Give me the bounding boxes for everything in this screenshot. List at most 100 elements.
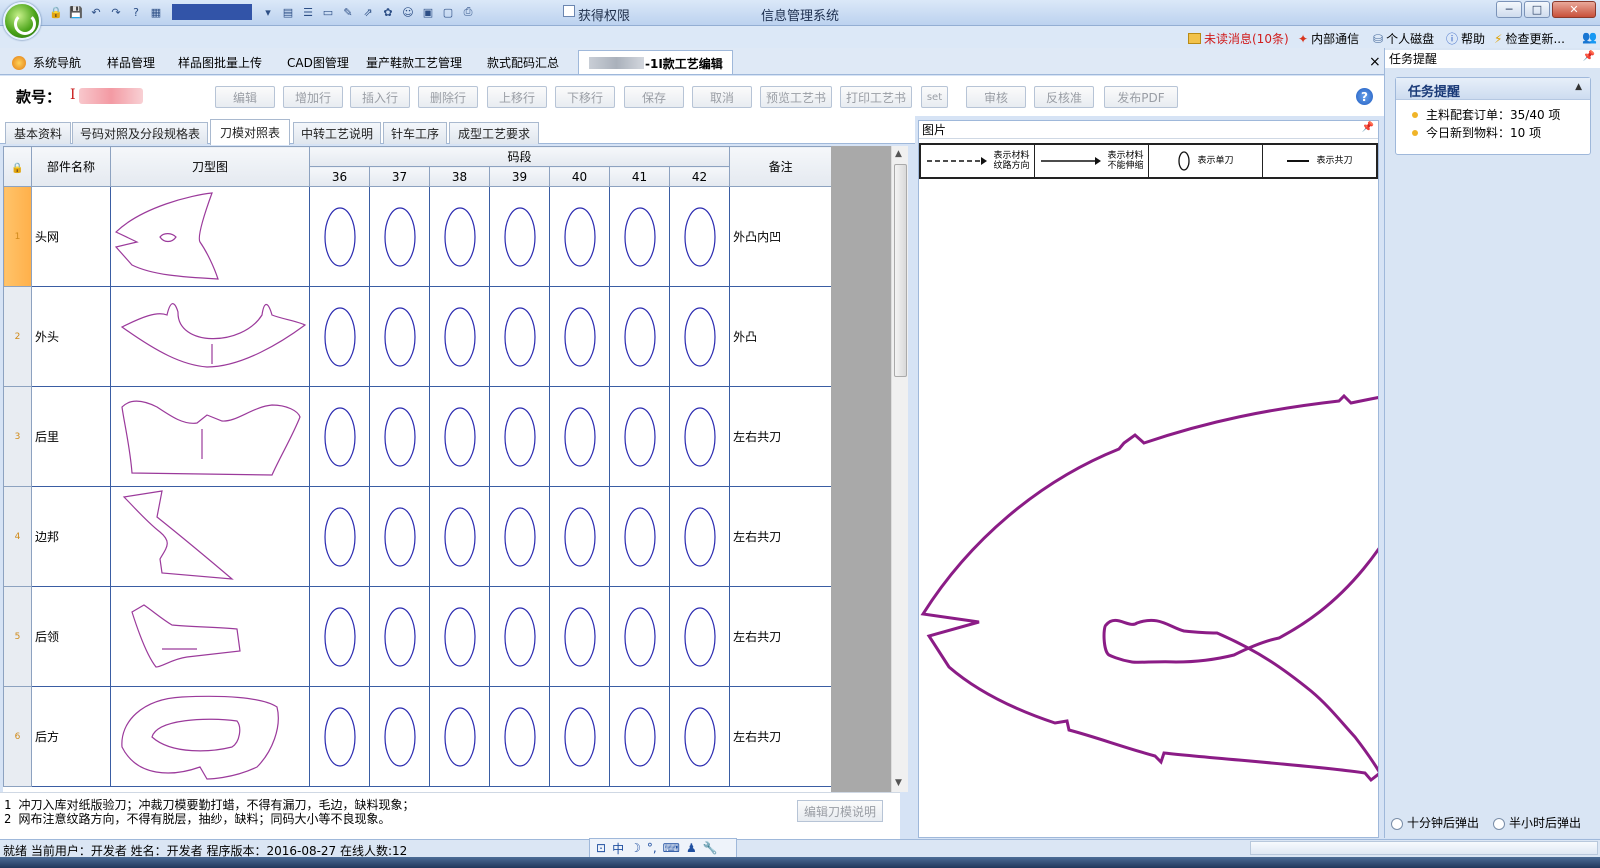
- size-cell-39[interactable]: [489, 286, 550, 387]
- collapse-icon[interactable]: ▲: [1575, 82, 1582, 92]
- tab-size-summary[interactable]: 款式配码汇总: [487, 54, 559, 71]
- size-cell-40[interactable]: [549, 386, 610, 487]
- user-icon[interactable]: ♟: [686, 841, 697, 855]
- unread-messages-link[interactable]: 未读消息(10条): [1188, 30, 1289, 47]
- header-size-41[interactable]: 41: [609, 166, 670, 187]
- tab-sample-management[interactable]: 样品管理: [107, 54, 155, 71]
- remark-cell[interactable]: 左右共刀: [729, 486, 831, 587]
- people-icon[interactable]: 👥: [1582, 30, 1597, 44]
- approve-button[interactable]: 审核: [966, 86, 1026, 108]
- help-link[interactable]: ⓘ 帮助: [1446, 30, 1485, 47]
- size-cell-39[interactable]: [489, 586, 550, 687]
- delete-row-button[interactable]: 删除行: [418, 86, 478, 108]
- moon-icon[interactable]: ☽: [630, 841, 641, 855]
- save-button[interactable]: 保存: [624, 86, 684, 108]
- ime-logo-icon[interactable]: ⊡: [596, 841, 606, 855]
- knife-image-cell[interactable]: [110, 186, 310, 287]
- close-button[interactable]: ✕: [1552, 1, 1596, 18]
- header-size-38[interactable]: 38: [429, 166, 490, 187]
- size-cell-42[interactable]: [668, 386, 731, 487]
- size-cell-37[interactable]: [369, 286, 430, 387]
- wrench-icon[interactable]: 🔧: [703, 841, 718, 855]
- size-cell-41[interactable]: [609, 686, 670, 787]
- size-cell-36[interactable]: [309, 186, 370, 287]
- part-name-cell[interactable]: 头网: [31, 186, 111, 287]
- scroll-up-icon[interactable]: ▲: [895, 149, 902, 159]
- knife-image-cell[interactable]: [110, 386, 310, 487]
- size-cell-38[interactable]: [429, 486, 490, 587]
- personal-disk-link[interactable]: ⛁ 个人磁盘: [1373, 30, 1434, 47]
- table-row[interactable]: 1 头网 外凸内凹: [3, 186, 831, 287]
- size-cell-41[interactable]: [609, 286, 670, 387]
- header-size-39[interactable]: 39: [489, 166, 550, 187]
- move-down-button[interactable]: 下移行: [555, 86, 615, 108]
- row-number[interactable]: 2: [3, 286, 32, 387]
- size-cell-37[interactable]: [369, 686, 430, 787]
- size-cell-37[interactable]: [369, 186, 430, 287]
- remark-cell[interactable]: 左右共刀: [729, 586, 831, 687]
- header-size-42[interactable]: 42: [668, 166, 731, 187]
- scroll-thumb[interactable]: [894, 164, 907, 377]
- size-cell-38[interactable]: [429, 386, 490, 487]
- size-cell-40[interactable]: [549, 486, 610, 587]
- header-size-40[interactable]: 40: [549, 166, 610, 187]
- grid-corner[interactable]: 🔒: [3, 146, 32, 187]
- check-update-link[interactable]: ⚡ 检查更新...: [1494, 30, 1565, 47]
- size-cell-41[interactable]: [609, 486, 670, 587]
- table-row[interactable]: 5 后领 左右共刀: [3, 586, 831, 687]
- size-cell-38[interactable]: [429, 586, 490, 687]
- maximize-button[interactable]: □: [1524, 1, 1550, 18]
- knife-image-cell[interactable]: [110, 286, 310, 387]
- edit-button[interactable]: 编辑: [215, 86, 275, 108]
- task-item-new-material[interactable]: 今日新到物料：10 项: [1396, 124, 1590, 142]
- print-process-book-button[interactable]: 打印工艺书: [840, 86, 912, 108]
- tab-forming-requirements[interactable]: 成型工艺要求: [449, 122, 539, 144]
- header-size-37[interactable]: 37: [369, 166, 430, 187]
- header-remark[interactable]: 备注: [729, 146, 831, 187]
- size-cell-41[interactable]: [609, 586, 670, 687]
- tab-process-edit[interactable]: -1I款工艺编辑: [578, 50, 733, 74]
- knife-mold-notes[interactable]: 1 冲刀入库对纸版验刀；冲裁刀模要勤打蜡，不得有漏刀，毛边，缺料现象； 2 网布…: [0, 792, 900, 839]
- size-cell-39[interactable]: [489, 386, 550, 487]
- radio-half-hour[interactable]: 半小时后弹出: [1493, 814, 1581, 831]
- knife-image-cell[interactable]: [110, 686, 310, 787]
- size-cell-36[interactable]: [309, 386, 370, 487]
- size-cell-36[interactable]: [309, 286, 370, 387]
- part-name-cell[interactable]: 后里: [31, 386, 111, 487]
- size-cell-42[interactable]: [668, 186, 731, 287]
- edit-knife-note-button[interactable]: 编辑刀模说明: [797, 800, 883, 822]
- tab-system-nav[interactable]: 系统导航: [33, 54, 81, 71]
- size-cell-42[interactable]: [668, 486, 731, 587]
- size-cell-38[interactable]: [429, 686, 490, 787]
- size-cell-37[interactable]: [369, 486, 430, 587]
- part-name-cell[interactable]: 后方: [31, 686, 111, 787]
- remark-cell[interactable]: 外凸内凹: [729, 186, 831, 287]
- tab-stitching-process[interactable]: 针车工序: [383, 122, 447, 144]
- preview-process-book-button[interactable]: 预览工艺书: [760, 86, 832, 108]
- size-cell-38[interactable]: [429, 186, 490, 287]
- size-cell-40[interactable]: [549, 686, 610, 787]
- help-icon[interactable]: ?: [1356, 88, 1373, 105]
- size-cell-42[interactable]: [668, 586, 731, 687]
- tab-basic-info[interactable]: 基本资料: [5, 122, 71, 144]
- header-size-36[interactable]: 36: [309, 166, 370, 187]
- part-name-cell[interactable]: 外头: [31, 286, 111, 387]
- table-row[interactable]: 6 后方 左右共刀: [3, 686, 831, 787]
- size-cell-42[interactable]: [668, 686, 731, 787]
- insert-row-button[interactable]: 插入行: [350, 86, 410, 108]
- remark-cell[interactable]: 左右共刀: [729, 686, 831, 787]
- pin-icon[interactable]: 📌: [1583, 51, 1595, 62]
- move-up-button[interactable]: 上移行: [487, 86, 547, 108]
- row-number[interactable]: 6: [3, 686, 32, 787]
- size-cell-41[interactable]: [609, 186, 670, 287]
- remark-cell[interactable]: 外凸: [729, 286, 831, 387]
- size-cell-37[interactable]: [369, 386, 430, 487]
- remark-cell[interactable]: 左右共刀: [729, 386, 831, 487]
- knife-image-cell[interactable]: [110, 486, 310, 587]
- size-cell-40[interactable]: [549, 186, 610, 287]
- row-number[interactable]: 4: [3, 486, 32, 587]
- size-cell-39[interactable]: [489, 486, 550, 587]
- table-row[interactable]: 4 边邦 左右共刀: [3, 486, 831, 587]
- row-number[interactable]: 1: [3, 186, 32, 287]
- size-cell-37[interactable]: [369, 586, 430, 687]
